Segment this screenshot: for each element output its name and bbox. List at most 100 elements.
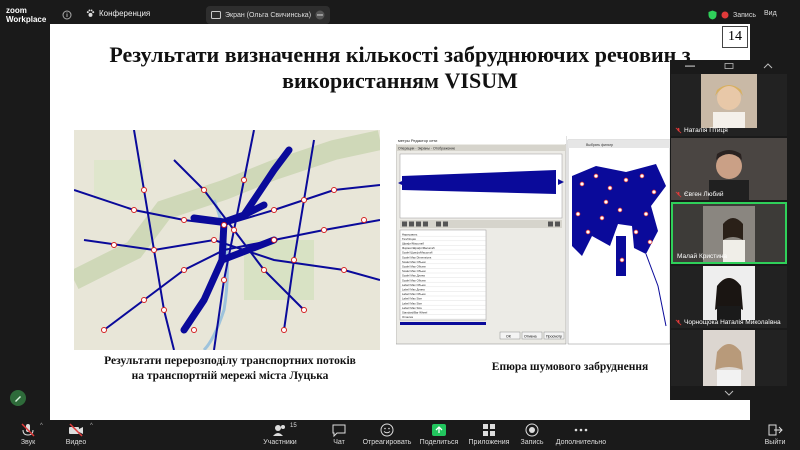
- screen-share-pill[interactable]: Экран (Ольга Свичинська): [206, 6, 330, 24]
- participant-name-label: Чорнощока Наталія Миколаївна: [684, 319, 781, 326]
- panel-minimize-icon[interactable]: [684, 63, 695, 69]
- logo-line-1: zoom: [6, 6, 27, 15]
- react-label: Отреагировать: [362, 439, 412, 446]
- screen-icon: [211, 11, 221, 19]
- param-row-label: Отметка: [402, 315, 413, 319]
- share-button[interactable]: Поделиться: [411, 423, 467, 446]
- editor-title: метры Редактор сети: [398, 138, 437, 143]
- param-row-label: Scale/ Max Dimensions: [402, 255, 432, 259]
- leave-icon: [768, 424, 783, 436]
- react-button[interactable]: Отреагировать: [359, 423, 415, 446]
- apps-icon: [483, 424, 495, 436]
- participant-tile[interactable]: [671, 330, 787, 386]
- caption-traffic-line-2: на транспортній мережі міста Луцька: [131, 370, 329, 382]
- conference-label: Конференция: [99, 9, 151, 18]
- record-label: Запись: [733, 11, 756, 19]
- recording-indicator[interactable]: Запись: [708, 10, 756, 20]
- video-button[interactable]: Видео ^: [48, 423, 104, 446]
- param-row-label: Scale/ Max Объем: [402, 278, 426, 282]
- param-row-label: Scale/ Max Объем: [402, 269, 426, 273]
- map-toolbar-label: Выбрать фильтр: [586, 143, 613, 147]
- param-row-label: Label/ Max Size: [402, 301, 422, 305]
- param-row-label: Тип/Опция: [402, 237, 416, 241]
- shared-slide: 14 Результати визначення кількості забру…: [50, 24, 750, 422]
- shield-icon: [708, 10, 717, 20]
- param-row-label: Scale/ Шрифт/Масштаб: [402, 251, 433, 255]
- more-icon[interactable]: [315, 10, 325, 20]
- param-row-label: Label/ Max Длина: [402, 288, 425, 292]
- participants-button[interactable]: Участники 15: [252, 423, 308, 446]
- slide-title-line-2: використанням VISUM: [282, 68, 518, 93]
- participant-video: [703, 330, 755, 386]
- smile-icon: [380, 423, 394, 437]
- conference-info[interactable]: Конференция: [86, 9, 150, 18]
- traffic-flow-map: [74, 130, 380, 350]
- participant-tile-active[interactable]: Малай Кристина: [671, 202, 787, 264]
- muted-mic-icon: [675, 191, 682, 198]
- chevron-down-icon[interactable]: [724, 390, 734, 396]
- participants-icon: [273, 425, 285, 436]
- video-caret-icon[interactable]: ^: [90, 423, 93, 429]
- record-label: Запись: [520, 439, 544, 446]
- paw-icon: [86, 9, 95, 17]
- muted-mic-icon: [675, 319, 682, 326]
- slide-number: 14: [722, 26, 748, 48]
- leave-label: Выйти: [764, 439, 786, 446]
- participants-count: 15: [290, 423, 297, 429]
- chevron-up-icon[interactable]: [763, 63, 773, 69]
- caption-traffic-line-1: Результати перерозподілу транспортних по…: [104, 355, 356, 367]
- record-dot-icon: [721, 11, 729, 19]
- param-row-label: Scale/ Max Объем: [402, 260, 426, 264]
- annotate-pen-button[interactable]: [10, 390, 26, 406]
- participant-tile[interactable]: Євген Любий: [671, 138, 787, 200]
- pen-icon: [15, 396, 21, 402]
- record-icon: [525, 423, 539, 437]
- slide-title-line-1: Результати визначення кількості забрудню…: [109, 42, 691, 67]
- share-screen-icon: [432, 424, 446, 436]
- record-button[interactable]: Запись: [504, 423, 560, 446]
- share-label: Поделиться: [419, 439, 459, 446]
- participant-name: Євген Любий: [675, 191, 724, 198]
- participant-panel: Наталія Птиця Євген Любий Малай Кристина…: [670, 60, 788, 400]
- param-row-label: Label/ Max Объем: [402, 283, 425, 287]
- param-row-label: Шрифт/Масштаб: [402, 242, 424, 246]
- param-row-label: Scale/ Max Объем: [402, 265, 426, 269]
- participant-name: Наталія Птиця: [675, 127, 728, 134]
- editor-buttons: OK Отмена Просмотр: [499, 331, 565, 340]
- panel-nav: [670, 60, 788, 72]
- zoom-window: zoom Workplace Конференция Экран (Ольга …: [0, 0, 800, 450]
- param-row-label: Label/ Max Объем: [402, 292, 425, 296]
- participant-name-label: Малай Кристина: [677, 253, 728, 260]
- participant-tile[interactable]: Чорнощока Наталія Миколаївна: [671, 266, 787, 328]
- panel-layout-icon[interactable]: [724, 63, 734, 69]
- participant-video: [701, 74, 757, 128]
- meeting-toolbar: Звук ^ Видео ^ Участники 15 Чат Отреагир…: [0, 420, 800, 450]
- param-row-label: Standard/Bar Wheel: [402, 311, 428, 315]
- slide-title: Результати визначення кількості забрудню…: [80, 42, 720, 94]
- view-button[interactable]: Вид: [764, 10, 777, 17]
- muted-mic-icon: [21, 423, 35, 437]
- participant-name: Чорнощока Наталія Миколаївна: [675, 319, 781, 326]
- view-label: Вид: [764, 10, 777, 17]
- info-icon[interactable]: [62, 10, 72, 20]
- param-row-label: Label/ Max Size: [402, 297, 422, 301]
- chat-icon: [332, 424, 346, 437]
- param-row-label: Scale/ Max Длина: [402, 274, 425, 278]
- audio-caret-icon[interactable]: ^: [40, 423, 43, 429]
- participant-name-label: Наталія Птиця: [684, 127, 728, 134]
- participant-tile[interactable]: Наталія Птиця: [671, 74, 787, 136]
- ellipsis-icon: [574, 428, 588, 432]
- participant-name: Малай Кристина: [677, 253, 727, 260]
- screen-share-label: Экран (Ольга Свичинська): [224, 11, 312, 19]
- muted-mic-icon: [675, 127, 682, 134]
- participant-video: [703, 266, 755, 320]
- param-row-label: Нарисовать: [402, 232, 418, 236]
- noise-pollution-map: метры Редактор сети Операции · Экраны · …: [396, 136, 670, 354]
- editor-view-label: Просмотр: [546, 335, 562, 339]
- more-button[interactable]: Дополнительно: [553, 423, 609, 446]
- more-label: Дополнительно: [555, 439, 607, 446]
- participants-label: Участники: [263, 439, 297, 446]
- editor-cancel-label: Отмена: [524, 335, 537, 339]
- leave-button[interactable]: Выйти: [760, 423, 790, 446]
- param-row-label: Формат/Шрифт/Масштаб: [402, 246, 435, 250]
